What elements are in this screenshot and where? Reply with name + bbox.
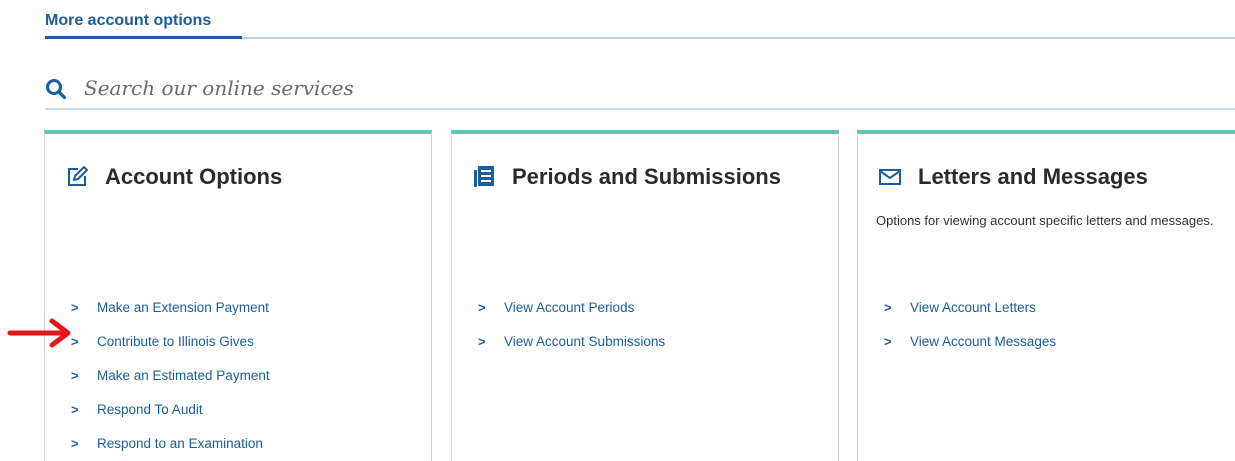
page: More account options Account Options > M… bbox=[0, 0, 1235, 461]
edit-icon bbox=[65, 165, 89, 189]
link-label: View Account Periods bbox=[504, 299, 635, 315]
link-list: > View Account Letters > View Account Me… bbox=[884, 290, 1056, 358]
card-title: Letters and Messages bbox=[878, 164, 1148, 190]
chevron-right-icon: > bbox=[478, 333, 486, 349]
link-label: View Account Messages bbox=[910, 333, 1057, 349]
envelope-icon bbox=[878, 165, 902, 189]
link-view-account-periods[interactable]: > View Account Periods bbox=[478, 290, 665, 324]
tab-baseline-divider bbox=[242, 37, 1235, 39]
link-label: Respond to an Examination bbox=[97, 435, 263, 451]
list-icon bbox=[472, 165, 496, 189]
link-view-account-messages[interactable]: > View Account Messages bbox=[884, 324, 1056, 358]
tab-more-account-options[interactable]: More account options bbox=[45, 12, 211, 30]
card-title-text: Account Options bbox=[105, 164, 283, 189]
chevron-right-icon: > bbox=[884, 299, 892, 315]
red-arrow-icon bbox=[6, 316, 76, 350]
chevron-right-icon: > bbox=[71, 299, 79, 315]
search-icon[interactable] bbox=[45, 78, 67, 100]
card-title: Account Options bbox=[65, 164, 282, 190]
chevron-right-icon: > bbox=[71, 435, 79, 451]
tab-active-underline bbox=[45, 36, 242, 39]
chevron-right-icon: > bbox=[478, 299, 486, 315]
chevron-right-icon: > bbox=[884, 333, 892, 349]
search-underline bbox=[45, 108, 1235, 110]
search-input[interactable] bbox=[84, 72, 584, 104]
link-list: > View Account Periods > View Account Su… bbox=[478, 290, 665, 358]
link-view-account-submissions[interactable]: > View Account Submissions bbox=[478, 324, 665, 358]
link-make-estimated-payment[interactable]: > Make an Estimated Payment bbox=[71, 358, 270, 392]
link-make-extension-payment[interactable]: > Make an Extension Payment bbox=[71, 290, 270, 324]
link-label: View Account Letters bbox=[910, 299, 1036, 315]
chevron-right-icon: > bbox=[71, 401, 79, 417]
chevron-right-icon: > bbox=[71, 367, 79, 383]
card-description: Options for viewing account specific let… bbox=[876, 213, 1214, 228]
link-label: Contribute to Illinois Gives bbox=[97, 333, 254, 349]
card-account-options: Account Options > Make an Extension Paym… bbox=[44, 130, 432, 461]
link-respond-to-examination[interactable]: > Respond to an Examination bbox=[71, 426, 270, 460]
card-title-text: Periods and Submissions bbox=[512, 164, 781, 189]
card-title: Periods and Submissions bbox=[472, 164, 781, 190]
card-letters-and-messages: Letters and Messages Options for viewing… bbox=[857, 130, 1235, 461]
link-respond-to-audit[interactable]: > Respond To Audit bbox=[71, 392, 270, 426]
link-label: Respond To Audit bbox=[97, 401, 203, 417]
card-title-text: Letters and Messages bbox=[918, 164, 1148, 189]
link-label: Make an Extension Payment bbox=[97, 299, 269, 315]
link-view-account-letters[interactable]: > View Account Letters bbox=[884, 290, 1056, 324]
link-label: Make an Estimated Payment bbox=[97, 367, 270, 383]
link-contribute-illinois-gives[interactable]: > Contribute to Illinois Gives bbox=[71, 324, 270, 358]
card-periods-and-submissions: Periods and Submissions > View Account P… bbox=[451, 130, 839, 461]
link-list: > Make an Extension Payment > Contribute… bbox=[71, 290, 270, 460]
link-label: View Account Submissions bbox=[504, 333, 666, 349]
